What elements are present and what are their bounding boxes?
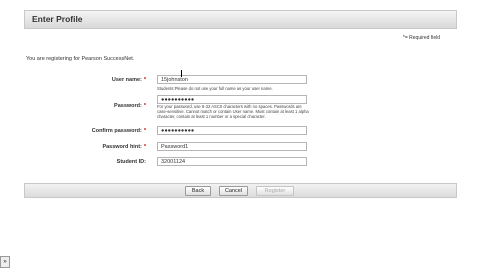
required-field-note: *= Required field: [402, 35, 440, 41]
expand-icon[interactable]: »: [0, 256, 10, 268]
student-id-field[interactable]: 32001124: [157, 157, 307, 166]
password-hint-label: Password hint: *: [102, 144, 146, 150]
text-cursor-icon: [181, 70, 182, 77]
register-button[interactable]: Register: [256, 186, 294, 196]
back-button[interactable]: Back: [185, 186, 211, 196]
required-mark: *: [143, 128, 146, 134]
username-field[interactable]: 15johnston: [157, 75, 307, 84]
required-mark: *: [143, 77, 146, 83]
cancel-button[interactable]: Cancel: [219, 186, 248, 196]
required-mark: *: [143, 144, 146, 150]
required-mark: *: [143, 103, 146, 109]
page-title: Enter Profile: [32, 14, 83, 24]
student-id-label: Student ID:: [116, 159, 146, 165]
password-field[interactable]: ●●●●●●●●●●: [157, 95, 307, 104]
confirm-password-label: Confirm password: *: [91, 128, 146, 134]
registration-intro: You are registering for Pearson SuccessN…: [26, 56, 135, 62]
password-label: Password: *: [114, 103, 146, 109]
username-label: User name: *: [111, 77, 146, 83]
password-help: For your password, use 8-32 ASCII charac…: [157, 104, 309, 119]
header-bar: Enter Profile: [24, 10, 457, 29]
password-hint-field[interactable]: Password1: [157, 142, 307, 151]
confirm-password-field[interactable]: ●●●●●●●●●●: [157, 126, 307, 135]
username-help: Students:Please do not use your full nam…: [157, 86, 273, 91]
